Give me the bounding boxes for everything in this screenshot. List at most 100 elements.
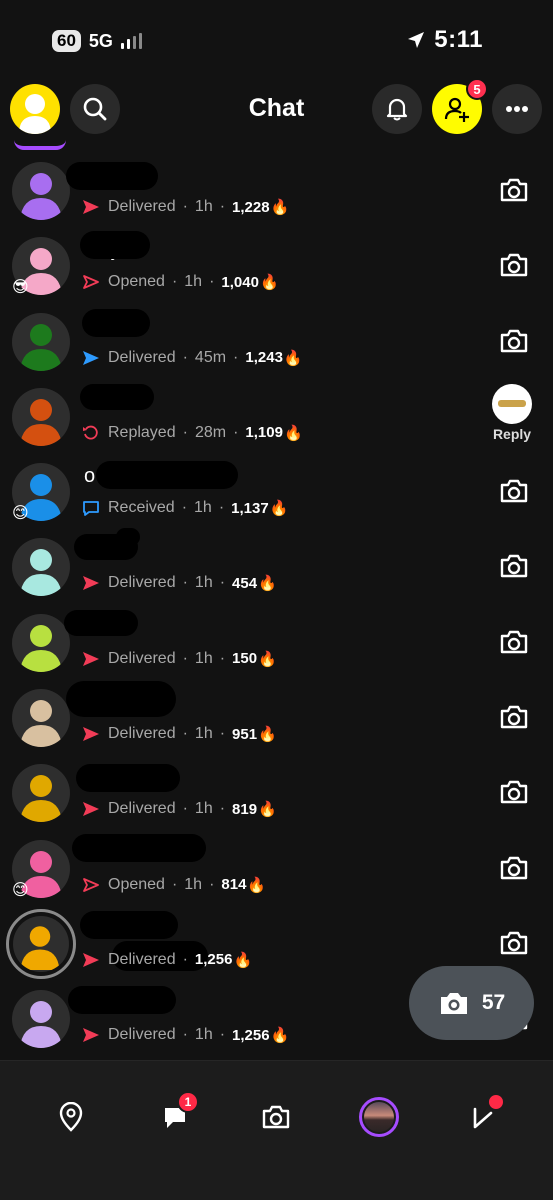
camera-icon[interactable] [499, 177, 529, 203]
streak-count: 1,040 [221, 273, 259, 291]
streak-count: 814 [221, 876, 247, 894]
streak-count: 1,256 [232, 1026, 270, 1044]
chat-row[interactable]: 😊 o Received · 1h · 1,137 🔥 [0, 451, 553, 526]
camera-icon[interactable] [499, 855, 529, 881]
chat-row[interactable]: 😊 Opened · 1h · 814 🔥 [0, 828, 553, 903]
camera-icon[interactable] [499, 930, 529, 956]
friend-avatar[interactable] [12, 990, 70, 1049]
nav-camera[interactable] [254, 1095, 298, 1139]
chat-status-line: Delivered · 1h · 1,256 🔥 [82, 1026, 289, 1044]
redaction-mark [66, 681, 176, 718]
chat-list: Delivered· 1h· 1,228 🔥 😎Maju Opened· 1h·… [0, 150, 553, 1054]
friend-emoji: 😎 [12, 279, 29, 297]
chat-row[interactable]: Delivered · 1h · 150 🔥 [0, 602, 553, 677]
chat-status-line: Delivered · 1h · 819 🔥 [82, 800, 277, 818]
story-ring-partial [14, 140, 66, 150]
redaction-mark [64, 609, 138, 636]
chat-row[interactable]: Replayed · 28m · 1,109 🔥 Reply [0, 376, 553, 451]
camera-icon[interactable] [499, 328, 529, 354]
streak-count: 1,228 [232, 198, 270, 216]
location-arrow-icon [408, 32, 425, 48]
friend-avatar[interactable] [12, 538, 70, 597]
status-text: Delivered [108, 950, 176, 968]
bell-icon [386, 98, 408, 121]
sent-filled-red-icon [82, 651, 100, 667]
reply-label: Reply [492, 425, 532, 442]
redaction-mark [80, 231, 150, 260]
chat-row[interactable]: Delivered · 45m · 1,243 🔥 [0, 301, 553, 376]
notifications-button[interactable] [372, 84, 422, 134]
chat-status-line: Delivered · 1h · 454 🔥 [82, 574, 277, 592]
separator-dot: · [182, 198, 188, 215]
friend-avatar[interactable] [12, 764, 70, 823]
reply-button[interactable]: Reply [491, 383, 533, 442]
chat-unread-badge: 1 [177, 1091, 199, 1113]
chat-row[interactable]: Delivered · 1h · 454 🔥 [0, 526, 553, 601]
chat-status-line: Delivered · 1h · 951 🔥 [82, 725, 277, 743]
status-time: 1h [194, 574, 213, 592]
status-time: 1h [194, 649, 213, 667]
camera-icon[interactable] [499, 553, 529, 579]
friend-emoji: 😊 [12, 505, 29, 523]
friend-avatar [13, 915, 69, 972]
camera-icon [262, 1105, 290, 1129]
separator-dot: · [182, 574, 188, 592]
reply-preview-icon [492, 383, 532, 424]
separator-dot: · [233, 348, 239, 366]
network-type: 5G [88, 30, 113, 51]
camera-icon[interactable] [499, 704, 529, 730]
camera-icon[interactable] [499, 629, 529, 655]
streak-count: 1,256 [194, 951, 233, 969]
sent-outline-red-icon [82, 274, 100, 290]
more-options-button[interactable] [492, 84, 542, 134]
camera-reply-fab[interactable]: 57 [409, 966, 534, 1040]
nav-spotlight[interactable] [461, 1093, 505, 1139]
add-friends-button[interactable]: 5 [432, 78, 488, 134]
nav-map[interactable] [49, 1095, 93, 1139]
fire-streak-icon: 🔥 [259, 274, 279, 292]
fire-streak-icon: 🔥 [270, 1027, 290, 1045]
friend-avatar-story-ring[interactable] [6, 908, 76, 979]
nav-chat[interactable]: 1 [153, 1091, 199, 1139]
fire-streak-icon: 🔥 [247, 876, 267, 894]
redaction-mark [82, 308, 150, 337]
separator-dot: · [182, 950, 188, 968]
separator-dot: · [219, 649, 226, 667]
friend-avatar[interactable] [12, 689, 70, 748]
chat-row[interactable]: Delivered · 1h · 1,228 🔥 [0, 150, 553, 225]
status-time: 1h [194, 800, 213, 818]
nav-stories[interactable] [357, 1095, 401, 1139]
fire-streak-icon: 🔥 [258, 801, 277, 819]
status-text: Received [108, 499, 175, 517]
chat-row[interactable]: 😎Maju Opened· 1h· 1,040 🔥 [0, 225, 553, 300]
stories-thumbnail [359, 1097, 399, 1137]
bottom-navigation: 1 [0, 1060, 553, 1200]
status-time: 45m [194, 348, 227, 366]
camera-icon[interactable] [499, 478, 529, 504]
sent-filled-red-icon [82, 726, 100, 742]
separator-dot: · [182, 1026, 188, 1044]
chat-row[interactable]: Delivered · 1h · 819 🔥 [0, 752, 553, 827]
fire-streak-icon: 🔥 [270, 199, 290, 216]
fire-streak-icon: 🔥 [258, 726, 277, 744]
status-text: Opened [108, 273, 165, 291]
chat-row[interactable]: Delivered · 1h · 951 🔥 [0, 677, 553, 752]
separator-dot: · [182, 800, 188, 818]
separator-dot: · [218, 499, 225, 517]
friend-avatar[interactable] [12, 613, 70, 672]
friend-avatar[interactable] [12, 162, 70, 220]
sent-outline-red-icon [82, 877, 100, 893]
camera-icon[interactable] [499, 779, 529, 805]
redaction-mark [80, 910, 178, 939]
streak-count: 150 [232, 650, 258, 668]
friend-avatar[interactable] [12, 312, 70, 371]
friend-avatar[interactable] [12, 387, 70, 446]
add-friend-icon [444, 97, 469, 122]
camera-icon[interactable] [499, 252, 529, 278]
sent-filled-red-icon [82, 952, 100, 968]
status-time: 1h [184, 273, 203, 291]
separator-dot: · [219, 574, 226, 592]
streak-count: 1,137 [231, 499, 269, 517]
status-time: 1h [194, 725, 213, 743]
separator-dot: · [219, 198, 226, 215]
